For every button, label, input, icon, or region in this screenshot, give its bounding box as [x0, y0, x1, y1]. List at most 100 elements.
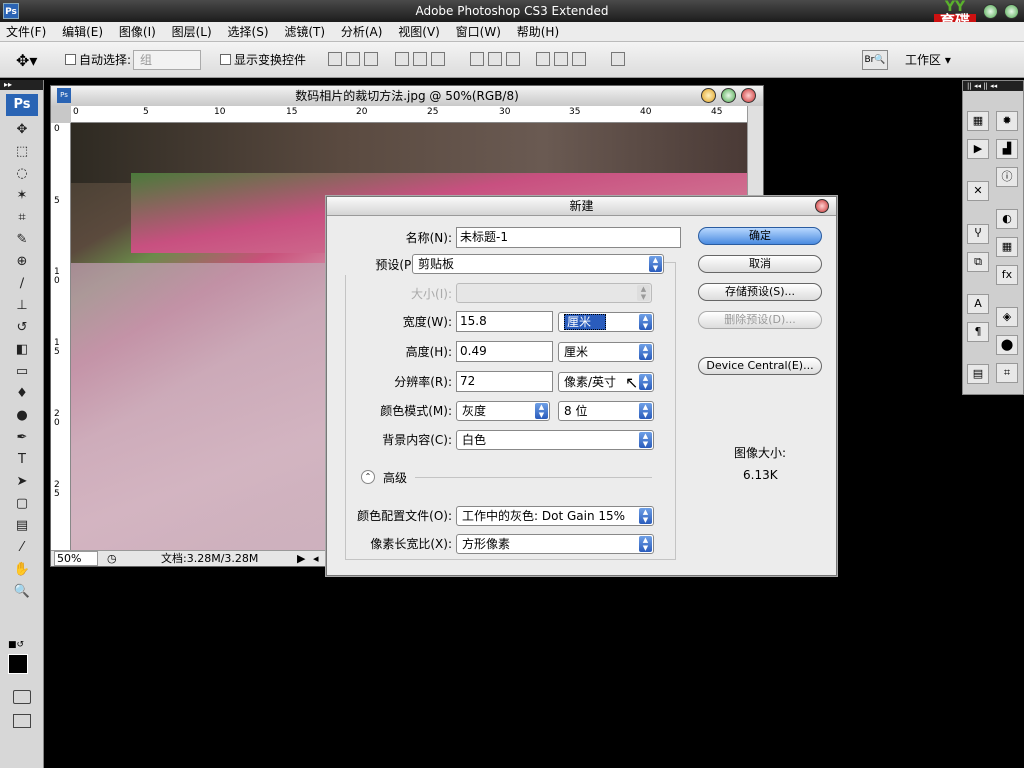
styles-panel-icon[interactable]: ◐ [996, 209, 1018, 229]
preset-select[interactable]: 剪贴板 ▲ ▼ [412, 254, 664, 274]
swatches-panel-icon[interactable]: ▦ [996, 237, 1018, 257]
eraser-tool-icon[interactable]: ◧ [12, 340, 32, 360]
minimize-button[interactable] [983, 4, 998, 19]
brush-tool-icon[interactable]: ∕ [12, 274, 32, 294]
dialog-close-button[interactable] [815, 199, 829, 213]
menu-layer[interactable]: 图层(L) [166, 22, 218, 42]
align-vcenter-icon[interactable] [346, 52, 360, 66]
auto-align-icon[interactable] [611, 52, 625, 66]
clone-source-panel-icon[interactable]: ⧉ [967, 252, 989, 272]
auto-select-checkbox[interactable] [65, 54, 76, 65]
document-minimize-button[interactable] [701, 88, 716, 103]
zoom-level-field[interactable]: 50% [54, 551, 98, 566]
height-unit-select[interactable]: 厘米 ▲ ▼ [558, 342, 654, 362]
distribute-bottom-icon[interactable] [506, 52, 520, 66]
menu-help[interactable]: 帮助(H) [511, 22, 565, 42]
histogram-panel-icon[interactable]: ▟ [996, 139, 1018, 159]
ok-button[interactable]: 确定 [698, 227, 822, 245]
color-panel-icon[interactable]: ✹ [996, 111, 1018, 131]
brushes-panel-icon[interactable]: Ⴤ [967, 224, 989, 244]
channels-panel-icon[interactable]: ⬤ [996, 335, 1018, 355]
magic-wand-tool-icon[interactable]: ✶ [12, 186, 32, 206]
paragraph-panel-icon[interactable]: ¶ [967, 322, 989, 342]
advanced-toggle-icon[interactable]: ⌃ [361, 470, 375, 484]
pixel-aspect-select[interactable]: 方形像素 ▲ ▼ [456, 534, 654, 554]
dodge-tool-icon[interactable]: ● [12, 406, 32, 426]
default-colors-icon[interactable]: ■↺ [8, 640, 24, 650]
marquee-tool-icon[interactable]: ⬚ [12, 142, 32, 162]
foreground-color-swatch[interactable] [8, 654, 28, 674]
distribute-right-icon[interactable] [572, 52, 586, 66]
navigator-panel-icon[interactable]: ▦ [967, 111, 989, 131]
notes-tool-icon[interactable]: ▤ [12, 516, 32, 536]
quick-mask-icon[interactable] [13, 690, 31, 704]
menu-view[interactable]: 视图(V) [392, 22, 446, 42]
paths-panel-icon[interactable]: ⌗ [996, 363, 1018, 383]
auto-select-dropdown[interactable]: 组 [133, 50, 201, 70]
workspace-menu[interactable]: 工作区 ▾ [905, 51, 951, 68]
type-tool-icon[interactable]: T [12, 450, 32, 470]
color-profile-select[interactable]: 工作中的灰色: Dot Gain 15% ▲ ▼ [456, 506, 654, 526]
menu-filter[interactable]: 滤镜(T) [278, 22, 331, 42]
status-menu-arrow-icon[interactable]: ▶ [297, 551, 305, 567]
color-mode-select[interactable]: 灰度 ▲ ▼ [456, 401, 550, 421]
distribute-vcenter-icon[interactable] [488, 52, 502, 66]
pen-tool-icon[interactable]: ✒ [12, 428, 32, 448]
shape-tool-icon[interactable]: ▢ [12, 494, 32, 514]
distribute-top-icon[interactable] [470, 52, 484, 66]
slice-tool-icon[interactable]: ✎ [12, 230, 32, 250]
align-top-icon[interactable] [328, 52, 342, 66]
healing-brush-tool-icon[interactable]: ⊕ [12, 252, 32, 272]
align-bottom-icon[interactable] [364, 52, 378, 66]
show-transform-checkbox[interactable] [220, 54, 231, 65]
move-tool-preset-icon[interactable]: ✥▾ [16, 51, 37, 70]
bridge-icon[interactable]: Br🔍 [862, 50, 888, 70]
eyedropper-tool-icon[interactable]: ⁄ [12, 538, 32, 558]
character-panel-icon[interactable]: A [967, 294, 989, 314]
menu-analysis[interactable]: 分析(A) [335, 22, 389, 42]
align-left-icon[interactable] [395, 52, 409, 66]
menu-window[interactable]: 窗口(W) [450, 22, 507, 42]
hand-tool-icon[interactable]: ✋ [12, 560, 32, 580]
distribute-hcenter-icon[interactable] [554, 52, 568, 66]
lasso-tool-icon[interactable]: ◌ [12, 164, 32, 184]
width-unit-select[interactable]: 厘米 ▲ ▼ [558, 312, 654, 332]
document-maximize-button[interactable] [721, 88, 736, 103]
menu-select[interactable]: 选择(S) [222, 22, 275, 42]
actions-panel-icon[interactable]: ▶ [967, 139, 989, 159]
align-hcenter-icon[interactable] [413, 52, 427, 66]
status-options-icon[interactable]: ◷ [107, 551, 117, 567]
resolution-unit-select[interactable]: 像素/英寸 ▲ ▼ [558, 372, 654, 392]
distribute-left-icon[interactable] [536, 52, 550, 66]
fx-panel-icon[interactable]: fx [996, 265, 1018, 285]
device-central-button[interactable]: Device Central(E)... [698, 357, 822, 375]
bit-depth-select[interactable]: 8 位 ▲ ▼ [558, 401, 654, 421]
tools-preset-panel-icon[interactable]: ✕ [967, 181, 989, 201]
gradient-tool-icon[interactable]: ▭ [12, 362, 32, 382]
screen-mode-icon[interactable] [13, 714, 31, 728]
scroll-left-arrow-icon[interactable]: ◂ [313, 551, 319, 567]
width-input[interactable]: 15.8 [456, 311, 553, 332]
maximize-button[interactable] [1004, 4, 1019, 19]
layers-panel-icon[interactable]: ◈ [996, 307, 1018, 327]
menu-file[interactable]: 文件(F) [0, 22, 52, 42]
clone-stamp-tool-icon[interactable]: ⊥ [12, 296, 32, 316]
document-close-button[interactable] [741, 88, 756, 103]
name-input[interactable]: 未标题-1 [456, 227, 681, 248]
menu-image[interactable]: 图像(I) [113, 22, 162, 42]
path-selection-tool-icon[interactable]: ➤ [12, 472, 32, 492]
blur-tool-icon[interactable]: ♦ [12, 384, 32, 404]
notes-panel-icon[interactable]: ▤ [967, 364, 989, 384]
menu-edit[interactable]: 编辑(E) [56, 22, 109, 42]
save-preset-button[interactable]: 存储预设(S)... [698, 283, 822, 301]
background-contents-select[interactable]: 白色 ▲ ▼ [456, 430, 654, 450]
resolution-input[interactable]: 72 [456, 371, 553, 392]
zoom-tool-icon[interactable]: 🔍 [12, 582, 32, 602]
cancel-button[interactable]: 取消 [698, 255, 822, 273]
info-panel-icon[interactable]: ⓘ [996, 167, 1018, 187]
align-right-icon[interactable] [431, 52, 445, 66]
move-tool-icon[interactable]: ✥ [12, 120, 32, 140]
height-input[interactable]: 0.49 [456, 341, 553, 362]
crop-tool-icon[interactable]: ⌗ [12, 208, 32, 228]
history-brush-tool-icon[interactable]: ↺ [12, 318, 32, 338]
